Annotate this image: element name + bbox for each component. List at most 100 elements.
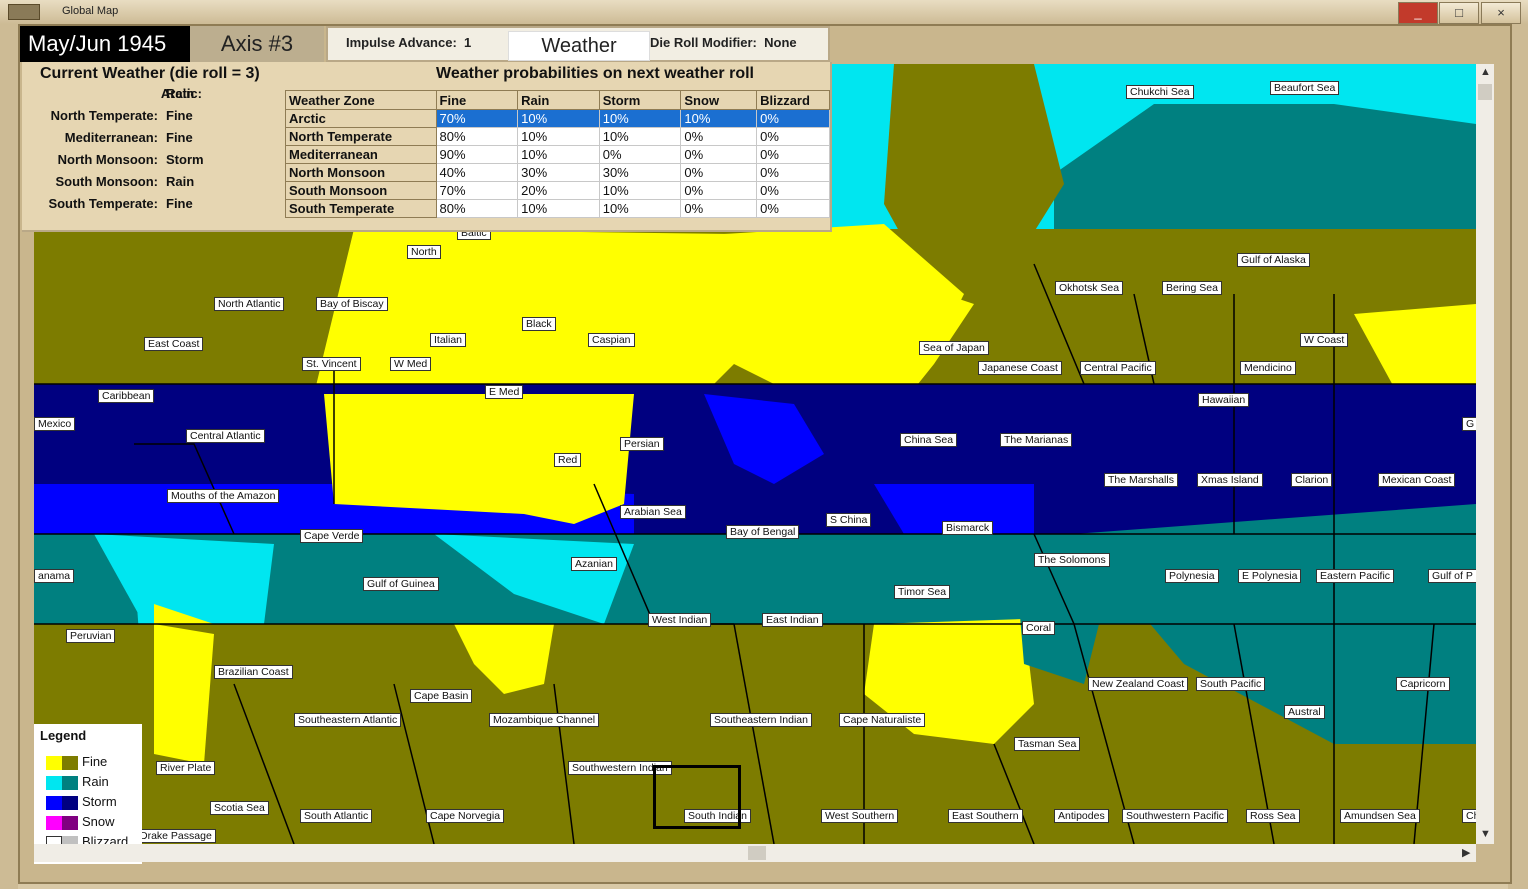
sea-label[interactable]: Mozambique Channel — [489, 713, 600, 727]
minimize-button[interactable]: _ — [1398, 2, 1438, 24]
sea-label[interactable]: Southeastern Indian — [710, 713, 812, 727]
sea-label[interactable]: North Atlantic — [214, 297, 285, 311]
sea-label[interactable]: Azanian — [571, 557, 617, 571]
horizontal-scrollbar[interactable]: ▶ — [34, 844, 1476, 862]
sea-label[interactable]: Timor Sea — [894, 585, 951, 599]
sea-label[interactable]: Bismarck — [942, 521, 994, 535]
sea-label[interactable]: Scotia Sea — [210, 801, 269, 815]
sea-label[interactable]: Central Pacific — [1080, 361, 1156, 375]
sea-label[interactable]: West Southern — [821, 809, 899, 823]
sea-label[interactable]: St. Vincent — [302, 357, 361, 371]
vertical-scrollbar[interactable]: ▲ ▼ — [1476, 64, 1494, 844]
sea-label[interactable]: East Indian — [762, 613, 823, 627]
sea-label[interactable]: W Coast — [1300, 333, 1349, 347]
table-cell: 80% — [435, 127, 519, 146]
sea-label[interactable]: The Solomons — [1034, 553, 1110, 567]
sea-label[interactable]: Ch — [1462, 809, 1476, 823]
table-row[interactable]: Mediterranean 90% 10% 0% 0% 0% — [285, 145, 830, 164]
sea-label[interactable]: anama — [34, 569, 75, 583]
sea-label[interactable]: River Plate — [156, 761, 216, 775]
sea-label[interactable]: Bay of Bengal — [726, 525, 800, 539]
sea-label[interactable]: Ross Sea — [1246, 809, 1300, 823]
sea-label[interactable]: Arabian Sea — [620, 505, 686, 519]
sea-label[interactable]: Drake Passage — [136, 829, 216, 843]
sea-label[interactable]: Persian — [620, 437, 664, 451]
sea-label[interactable]: Cape Basin — [410, 689, 473, 703]
sea-label[interactable]: Italian — [430, 333, 467, 347]
sea-label[interactable]: Gulf of P — [1428, 569, 1476, 583]
sea-label[interactable]: Central Atlantic — [186, 429, 265, 443]
sea-label[interactable]: Mexican Coast — [1378, 473, 1456, 487]
table-row[interactable]: North Monsoon 40% 30% 30% 0% 0% — [285, 163, 830, 182]
sea-label[interactable]: Eastern Pacific — [1316, 569, 1395, 583]
sea-label[interactable]: G — [1462, 417, 1476, 431]
sea-label[interactable]: Bay of Biscay — [316, 297, 388, 311]
scroll-right-icon[interactable]: ▶ — [1462, 846, 1470, 859]
table-cell: 10% — [517, 145, 600, 164]
map-selection-box[interactable] — [653, 765, 741, 829]
sea-label[interactable]: The Marianas — [1000, 433, 1073, 447]
sea-label[interactable]: Hawaiian — [1198, 393, 1250, 407]
sea-label[interactable]: Antipodes — [1054, 809, 1109, 823]
sea-label[interactable]: Austral — [1284, 705, 1325, 719]
sea-label[interactable]: South Atlantic — [300, 809, 373, 823]
sea-label[interactable]: Mendicino — [1240, 361, 1296, 375]
sea-label[interactable]: South Pacific — [1196, 677, 1266, 691]
table-row[interactable]: South Monsoon 70% 20% 10% 0% 0% — [285, 181, 830, 200]
maximize-button[interactable]: □ — [1439, 2, 1479, 24]
column-header: Storm — [598, 90, 682, 110]
sea-label[interactable]: Polynesia — [1165, 569, 1219, 583]
sea-label[interactable]: Capricorn — [1396, 677, 1450, 691]
sea-label[interactable]: Gulf of Guinea — [363, 577, 439, 591]
sea-label[interactable]: Brazilian Coast — [214, 665, 293, 679]
table-row[interactable]: Arctic 70% 10% 10% 10% 0% — [285, 109, 830, 128]
sea-label[interactable]: E Med — [485, 385, 524, 399]
sea-label[interactable]: Sea of Japan — [919, 341, 989, 355]
sea-label[interactable]: Mouths of the Amazon — [167, 489, 280, 503]
sea-label[interactable]: Japanese Coast — [978, 361, 1062, 375]
sea-label[interactable]: Coral — [1022, 621, 1056, 635]
sea-label[interactable]: Cape Verde — [300, 529, 364, 543]
sea-label[interactable]: Chukchi Sea — [1126, 85, 1194, 99]
sea-label[interactable]: S China — [826, 513, 872, 527]
sea-label[interactable]: Bering Sea — [1162, 281, 1222, 295]
sea-label[interactable]: China Sea — [900, 433, 958, 447]
horizontal-scroll-thumb[interactable] — [748, 846, 766, 860]
sea-label[interactable]: Clarion — [1291, 473, 1333, 487]
sea-label[interactable]: East Southern — [948, 809, 1023, 823]
weather-button[interactable]: Weather — [508, 31, 650, 61]
table-cell: 40% — [435, 163, 519, 182]
table-row[interactable]: North Temperate 80% 10% 10% 0% 0% — [285, 127, 830, 146]
sea-label[interactable]: New Zealand Coast — [1088, 677, 1189, 691]
sea-label[interactable]: Cape Norvegia — [426, 809, 505, 823]
sea-label[interactable]: Amundsen Sea — [1340, 809, 1420, 823]
sea-label[interactable]: Mexico — [34, 417, 76, 431]
sea-label[interactable]: Gulf of Alaska — [1237, 253, 1310, 267]
vertical-scroll-thumb[interactable] — [1478, 84, 1492, 100]
sea-label[interactable]: East Coast — [144, 337, 204, 351]
sea-label[interactable]: Red — [554, 453, 582, 467]
sea-label[interactable]: Caribbean — [98, 389, 155, 403]
sea-label[interactable]: Black — [522, 317, 556, 331]
sea-label[interactable]: Peruvian — [66, 629, 116, 643]
app-icon — [8, 4, 40, 20]
scroll-up-icon[interactable]: ▲ — [1480, 66, 1491, 78]
sea-label[interactable]: Xmas Island — [1197, 473, 1263, 487]
sea-label[interactable]: E Polynesia — [1238, 569, 1302, 583]
scroll-down-icon[interactable]: ▼ — [1480, 828, 1491, 840]
sea-label[interactable]: Caspian — [588, 333, 635, 347]
table-cell: 10% — [598, 109, 682, 128]
sea-label[interactable]: The Marshalls — [1104, 473, 1178, 487]
sea-label[interactable]: Southeastern Atlantic — [294, 713, 402, 727]
sea-label[interactable]: Okhotsk Sea — [1055, 281, 1124, 295]
table-row[interactable]: South Temperate 80% 10% 10% 0% 0% — [285, 199, 830, 218]
sea-label[interactable]: North — [407, 245, 441, 259]
sea-label[interactable]: Tasman Sea — [1014, 737, 1081, 751]
sea-label[interactable]: West Indian — [648, 613, 712, 627]
sea-label[interactable]: Southwestern Pacific — [1122, 809, 1229, 823]
sea-label[interactable]: Beaufort Sea — [1270, 81, 1340, 95]
table-cell: 0% — [680, 181, 758, 200]
sea-label[interactable]: W Med — [390, 357, 432, 371]
sea-label[interactable]: Cape Naturaliste — [839, 713, 926, 727]
close-button[interactable]: × — [1481, 2, 1521, 24]
